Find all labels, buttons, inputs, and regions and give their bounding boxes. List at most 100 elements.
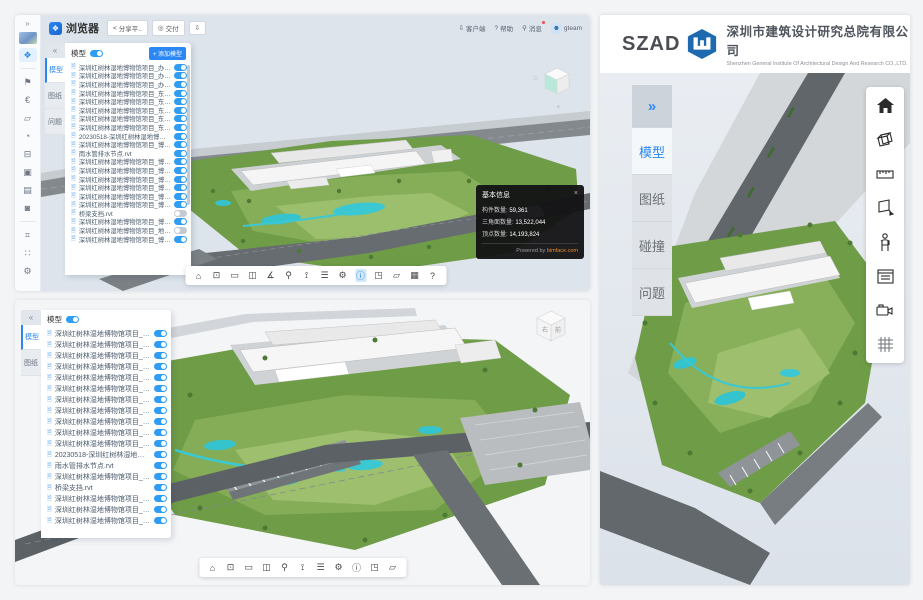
- settings-icon[interactable]: ⚙: [333, 562, 344, 573]
- grid-icon[interactable]: ▦: [409, 270, 420, 281]
- walkthrough-icon[interactable]: ⚲: [279, 562, 290, 573]
- measure-icon[interactable]: ▭: [229, 270, 240, 281]
- model-list-item[interactable]: 🗎 深圳红树林湿地博物馆项目_博物馆_E...: [41, 394, 171, 405]
- visibility-toggle[interactable]: [154, 352, 167, 359]
- visibility-toggle[interactable]: [154, 341, 167, 348]
- model-list-item[interactable]: 🗎 深圳红树林湿地博物馆项目_地形景观.rvt: [65, 226, 191, 235]
- list-scrollbar[interactable]: [187, 65, 190, 205]
- menu-item[interactable]: 问题: [632, 269, 672, 316]
- menu-item[interactable]: 模型: [632, 128, 672, 175]
- model-list-item[interactable]: 🗎 深圳红树林湿地博物馆项目_博物馆_A.rvt: [41, 504, 171, 515]
- visibility-toggle[interactable]: [174, 218, 187, 225]
- collapse-panel-button[interactable]: «: [21, 310, 41, 325]
- model-list-item[interactable]: 🗎 深圳红树林湿地博物馆项目_办公楼_M.rvt: [41, 405, 171, 416]
- section-plane-icon[interactable]: [876, 199, 894, 217]
- visibility-toggle[interactable]: [154, 374, 167, 381]
- view-cube[interactable]: [542, 65, 572, 95]
- collapse-sidebar-icon[interactable]: »: [25, 19, 29, 28]
- model-list-item[interactable]: 🗎 深圳红树林湿地博物馆项目_办公楼_A.rvt: [41, 339, 171, 350]
- monitor-icon[interactable]: ⌗: [19, 228, 37, 242]
- model-list-item[interactable]: 🗎 雨水管排水节点.rvt: [41, 460, 171, 471]
- grid-icon[interactable]: [876, 335, 894, 353]
- folder-icon[interactable]: ▱: [391, 270, 402, 281]
- visibility-toggle[interactable]: [174, 184, 187, 191]
- model-list-item[interactable]: 🗎 深圳红树林湿地博物馆项目_东区停车库...: [65, 115, 191, 124]
- message-link[interactable]: ⚲消息: [522, 23, 542, 33]
- panel-tab[interactable]: 图纸: [45, 83, 65, 109]
- box-select-icon[interactable]: ⊡: [225, 562, 236, 573]
- home-icon[interactable]: [876, 97, 894, 115]
- menu-item[interactable]: »: [632, 85, 672, 128]
- visibility-toggle[interactable]: [154, 385, 167, 392]
- visibility-toggle[interactable]: [174, 236, 187, 243]
- model-list-item[interactable]: 🗎 深圳红树林湿地博物馆项目_东区停车库...: [41, 427, 171, 438]
- add-model-button[interactable]: + 添加模型: [149, 47, 186, 60]
- visibility-toggle[interactable]: [174, 176, 187, 183]
- project-thumbnail[interactable]: [19, 32, 37, 44]
- model-list-item[interactable]: 🗎 深圳红树林湿地博物馆项目_博物馆_S...: [41, 515, 171, 526]
- info-icon[interactable]: ⓘ: [351, 561, 362, 574]
- model-list-item[interactable]: 🗎 深圳红树林湿地博物馆项目_东区停车库...: [65, 97, 191, 106]
- model-list-item[interactable]: 🗎 桥梁支挡.rvt: [41, 482, 171, 493]
- component-list-icon[interactable]: ☰: [315, 562, 326, 573]
- visibility-toggle[interactable]: [174, 81, 187, 88]
- model-list-item[interactable]: 🗎 深圳红树林湿地博物馆项目_博物馆_P...: [41, 416, 171, 427]
- model-list-item[interactable]: 🗎 深圳红树林湿地博物馆项目_博物馆_P.rvt: [65, 140, 191, 149]
- settings-icon[interactable]: ⚙: [337, 270, 348, 281]
- cube-view-icon[interactable]: [876, 131, 894, 149]
- camera-icon[interactable]: ◙: [19, 201, 37, 215]
- visibility-toggle[interactable]: [174, 210, 187, 217]
- all-visibility-toggle[interactable]: [66, 316, 79, 323]
- model-list-item[interactable]: 🗎 深圳红树林湿地博物馆项目_东区停车库...: [41, 372, 171, 383]
- view-cube[interactable]: 右 前: [534, 308, 568, 342]
- visibility-toggle[interactable]: [154, 407, 167, 414]
- section-icon[interactable]: ◫: [261, 562, 272, 573]
- close-icon[interactable]: ×: [574, 190, 578, 200]
- model-list-item[interactable]: 🗎 深圳红树林湿地博物馆项目_博物馆_E...: [65, 192, 191, 201]
- model-list-item[interactable]: 🗎 深圳红树林湿地博物馆项目_博物馆_S...: [41, 328, 171, 339]
- folder-icon[interactable]: ▱: [19, 111, 37, 125]
- info-icon[interactable]: ⓘ: [355, 269, 366, 282]
- image-icon[interactable]: ▣: [19, 165, 37, 179]
- model-list-item[interactable]: 🗎 深圳红树林湿地博物馆项目_东区停车库...: [65, 106, 191, 115]
- camera-icon[interactable]: [876, 301, 894, 319]
- deliver-button[interactable]: ◎交付: [152, 20, 185, 36]
- visibility-toggle[interactable]: [154, 495, 167, 502]
- visibility-toggle[interactable]: [174, 64, 187, 71]
- visibility-toggle[interactable]: [174, 133, 187, 140]
- panel-tab[interactable]: 模型: [21, 325, 41, 350]
- powered-by[interactable]: Powered by bimface.com: [482, 248, 578, 254]
- folder-icon[interactable]: ▱: [387, 562, 398, 573]
- home-view-icon[interactable]: ⌂: [533, 73, 538, 82]
- library-icon[interactable]: ▤: [19, 183, 37, 197]
- model-list-item[interactable]: 🗎 雨水管排水节点.rvt: [65, 149, 191, 158]
- visibility-toggle[interactable]: [174, 107, 187, 114]
- model-list-item[interactable]: 🗎 深圳红树林湿地博物馆项目_博物馆_A.rvt: [65, 235, 191, 244]
- visibility-toggle[interactable]: [154, 363, 167, 370]
- component-list-icon[interactable]: [876, 267, 894, 285]
- visibility-toggle[interactable]: [174, 158, 187, 165]
- visibility-toggle[interactable]: [174, 115, 187, 122]
- visibility-toggle[interactable]: [174, 150, 187, 157]
- clock-icon[interactable]: ◔: [19, 129, 37, 143]
- visibility-toggle[interactable]: [154, 484, 167, 491]
- visibility-toggle[interactable]: [154, 440, 167, 447]
- visibility-toggle[interactable]: [154, 473, 167, 480]
- model-list-item[interactable]: 🗎 深圳红树林湿地博物馆项目_办公楼_A.rvt: [65, 80, 191, 89]
- cube-menu-chevron-icon[interactable]: ▾: [556, 103, 560, 111]
- fullscreen-icon[interactable]: ◳: [369, 562, 380, 573]
- visibility-toggle[interactable]: [154, 517, 167, 524]
- panel-tab[interactable]: 图纸: [21, 350, 41, 376]
- section-icon[interactable]: ◫: [247, 270, 258, 281]
- client-link[interactable]: ⇩客户端: [459, 23, 486, 33]
- model-list-item[interactable]: 🗎 深圳红树林湿地博物馆项目_东区停车库...: [65, 123, 191, 132]
- user-menu[interactable]: ☻gteam: [551, 23, 582, 34]
- fullscreen-icon[interactable]: ◳: [373, 270, 384, 281]
- model-list-item[interactable]: 🗎 深圳红树林湿地博物馆项目_东区停车库...: [65, 89, 191, 98]
- share-button[interactable]: <分享平..: [107, 20, 148, 36]
- model-list-item[interactable]: 🗎 桥梁支挡.rvt: [65, 209, 191, 218]
- visibility-toggle[interactable]: [174, 167, 187, 174]
- model-list-item[interactable]: 🗎 20230518-深圳红树林湿地博物馆项目...: [41, 449, 171, 460]
- model-list-item[interactable]: 🗎 深圳红树林湿地博物馆项目_办公楼_E.rvt: [65, 72, 191, 81]
- all-visibility-toggle[interactable]: [90, 50, 103, 57]
